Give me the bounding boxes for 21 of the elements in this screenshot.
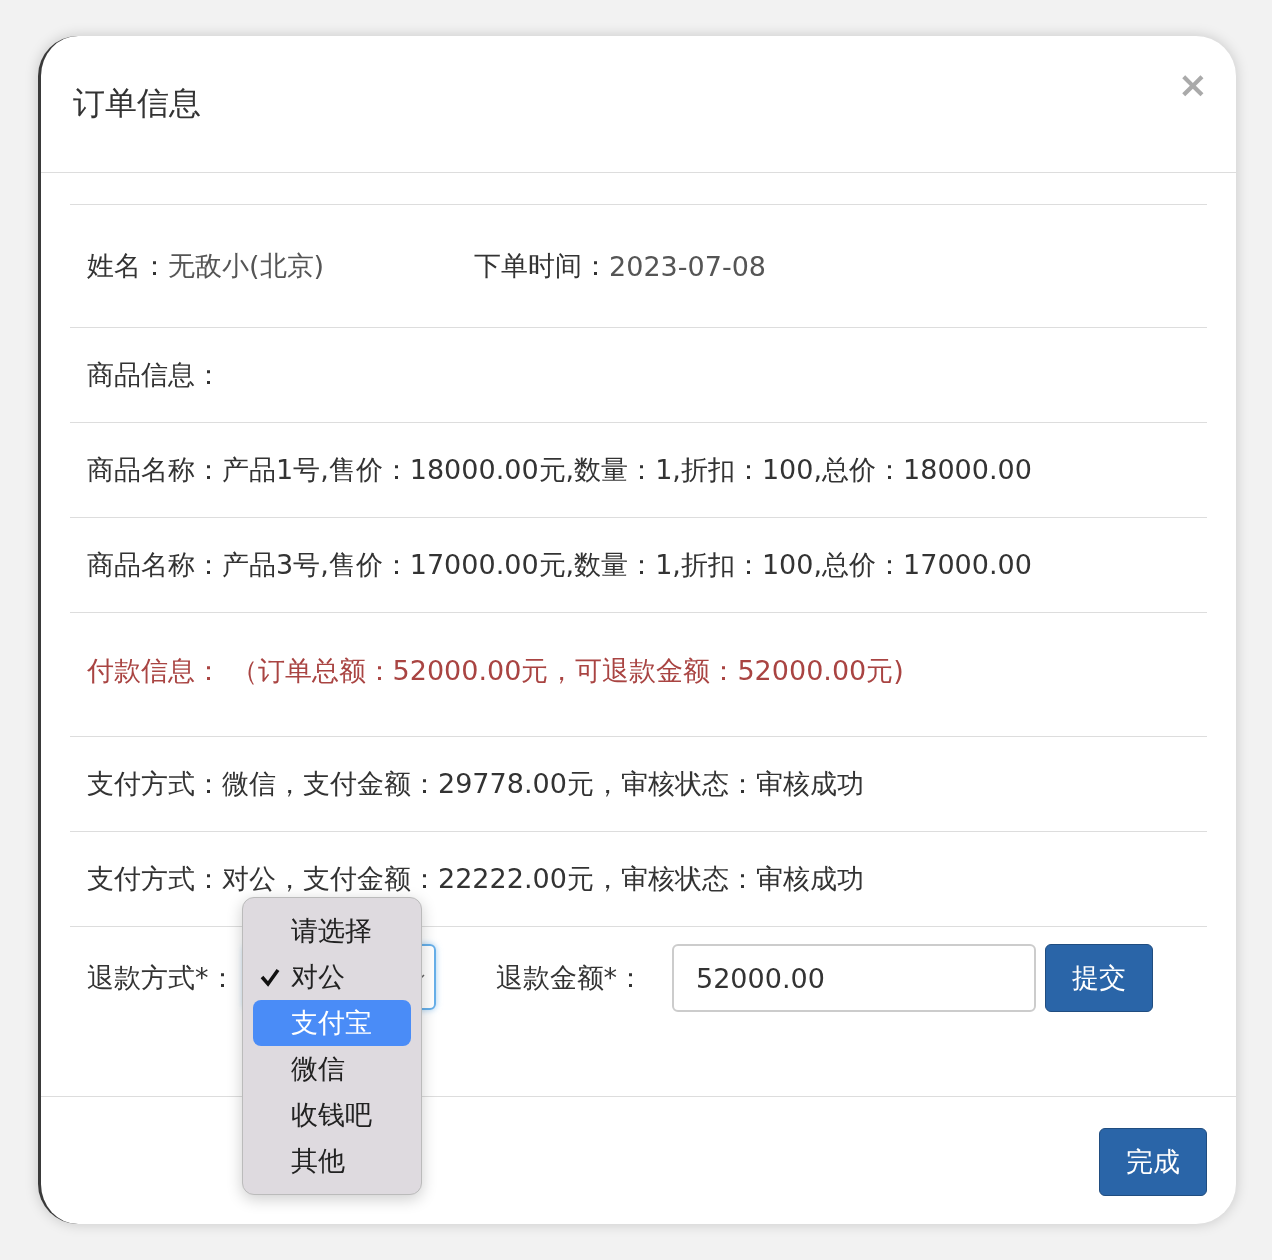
- name-label: 姓名：: [87, 249, 168, 283]
- customer-name: 无敌小(北京): [168, 249, 325, 283]
- menu-option[interactable]: 请选择: [252, 908, 411, 954]
- payment-summary: 付款信息： （订单总额：52000.00元，可退款金额：52000.00元): [87, 654, 904, 688]
- order-date: 2023-07-08: [609, 250, 766, 282]
- done-button[interactable]: 完成: [1099, 1128, 1207, 1196]
- payment-line: 支付方式：微信，支付金额：29778.00元，审核状态：审核成功: [87, 767, 864, 801]
- goods-heading: 商品信息：: [87, 358, 222, 392]
- submit-button[interactable]: 提交: [1045, 944, 1153, 1012]
- refund-method-label: 退款方式*：: [87, 961, 236, 995]
- payment-line: 支付方式：对公，支付金额：22222.00元，审核状态：审核成功: [87, 862, 864, 896]
- product-line: 商品名称：产品1号,售价：18000.00元,数量：1,折扣：100,总价：18000.00: [87, 453, 1032, 487]
- menu-option[interactable]: 收钱吧: [252, 1092, 411, 1138]
- date-label: 下单时间：: [474, 249, 610, 283]
- menu-option[interactable]: 对公: [252, 954, 411, 1000]
- product-line: 商品名称：产品3号,售价：17000.00元,数量：1,折扣：100,总价：17000.00: [87, 548, 1032, 582]
- menu-option[interactable]: 微信: [252, 1046, 411, 1092]
- refund-amount-input[interactable]: 52000.00: [672, 944, 1036, 1012]
- menu-option[interactable]: 其他: [252, 1138, 411, 1184]
- modal-title: 订单信息: [73, 83, 201, 124]
- refund-amount-label: 退款金额*：: [495, 961, 644, 995]
